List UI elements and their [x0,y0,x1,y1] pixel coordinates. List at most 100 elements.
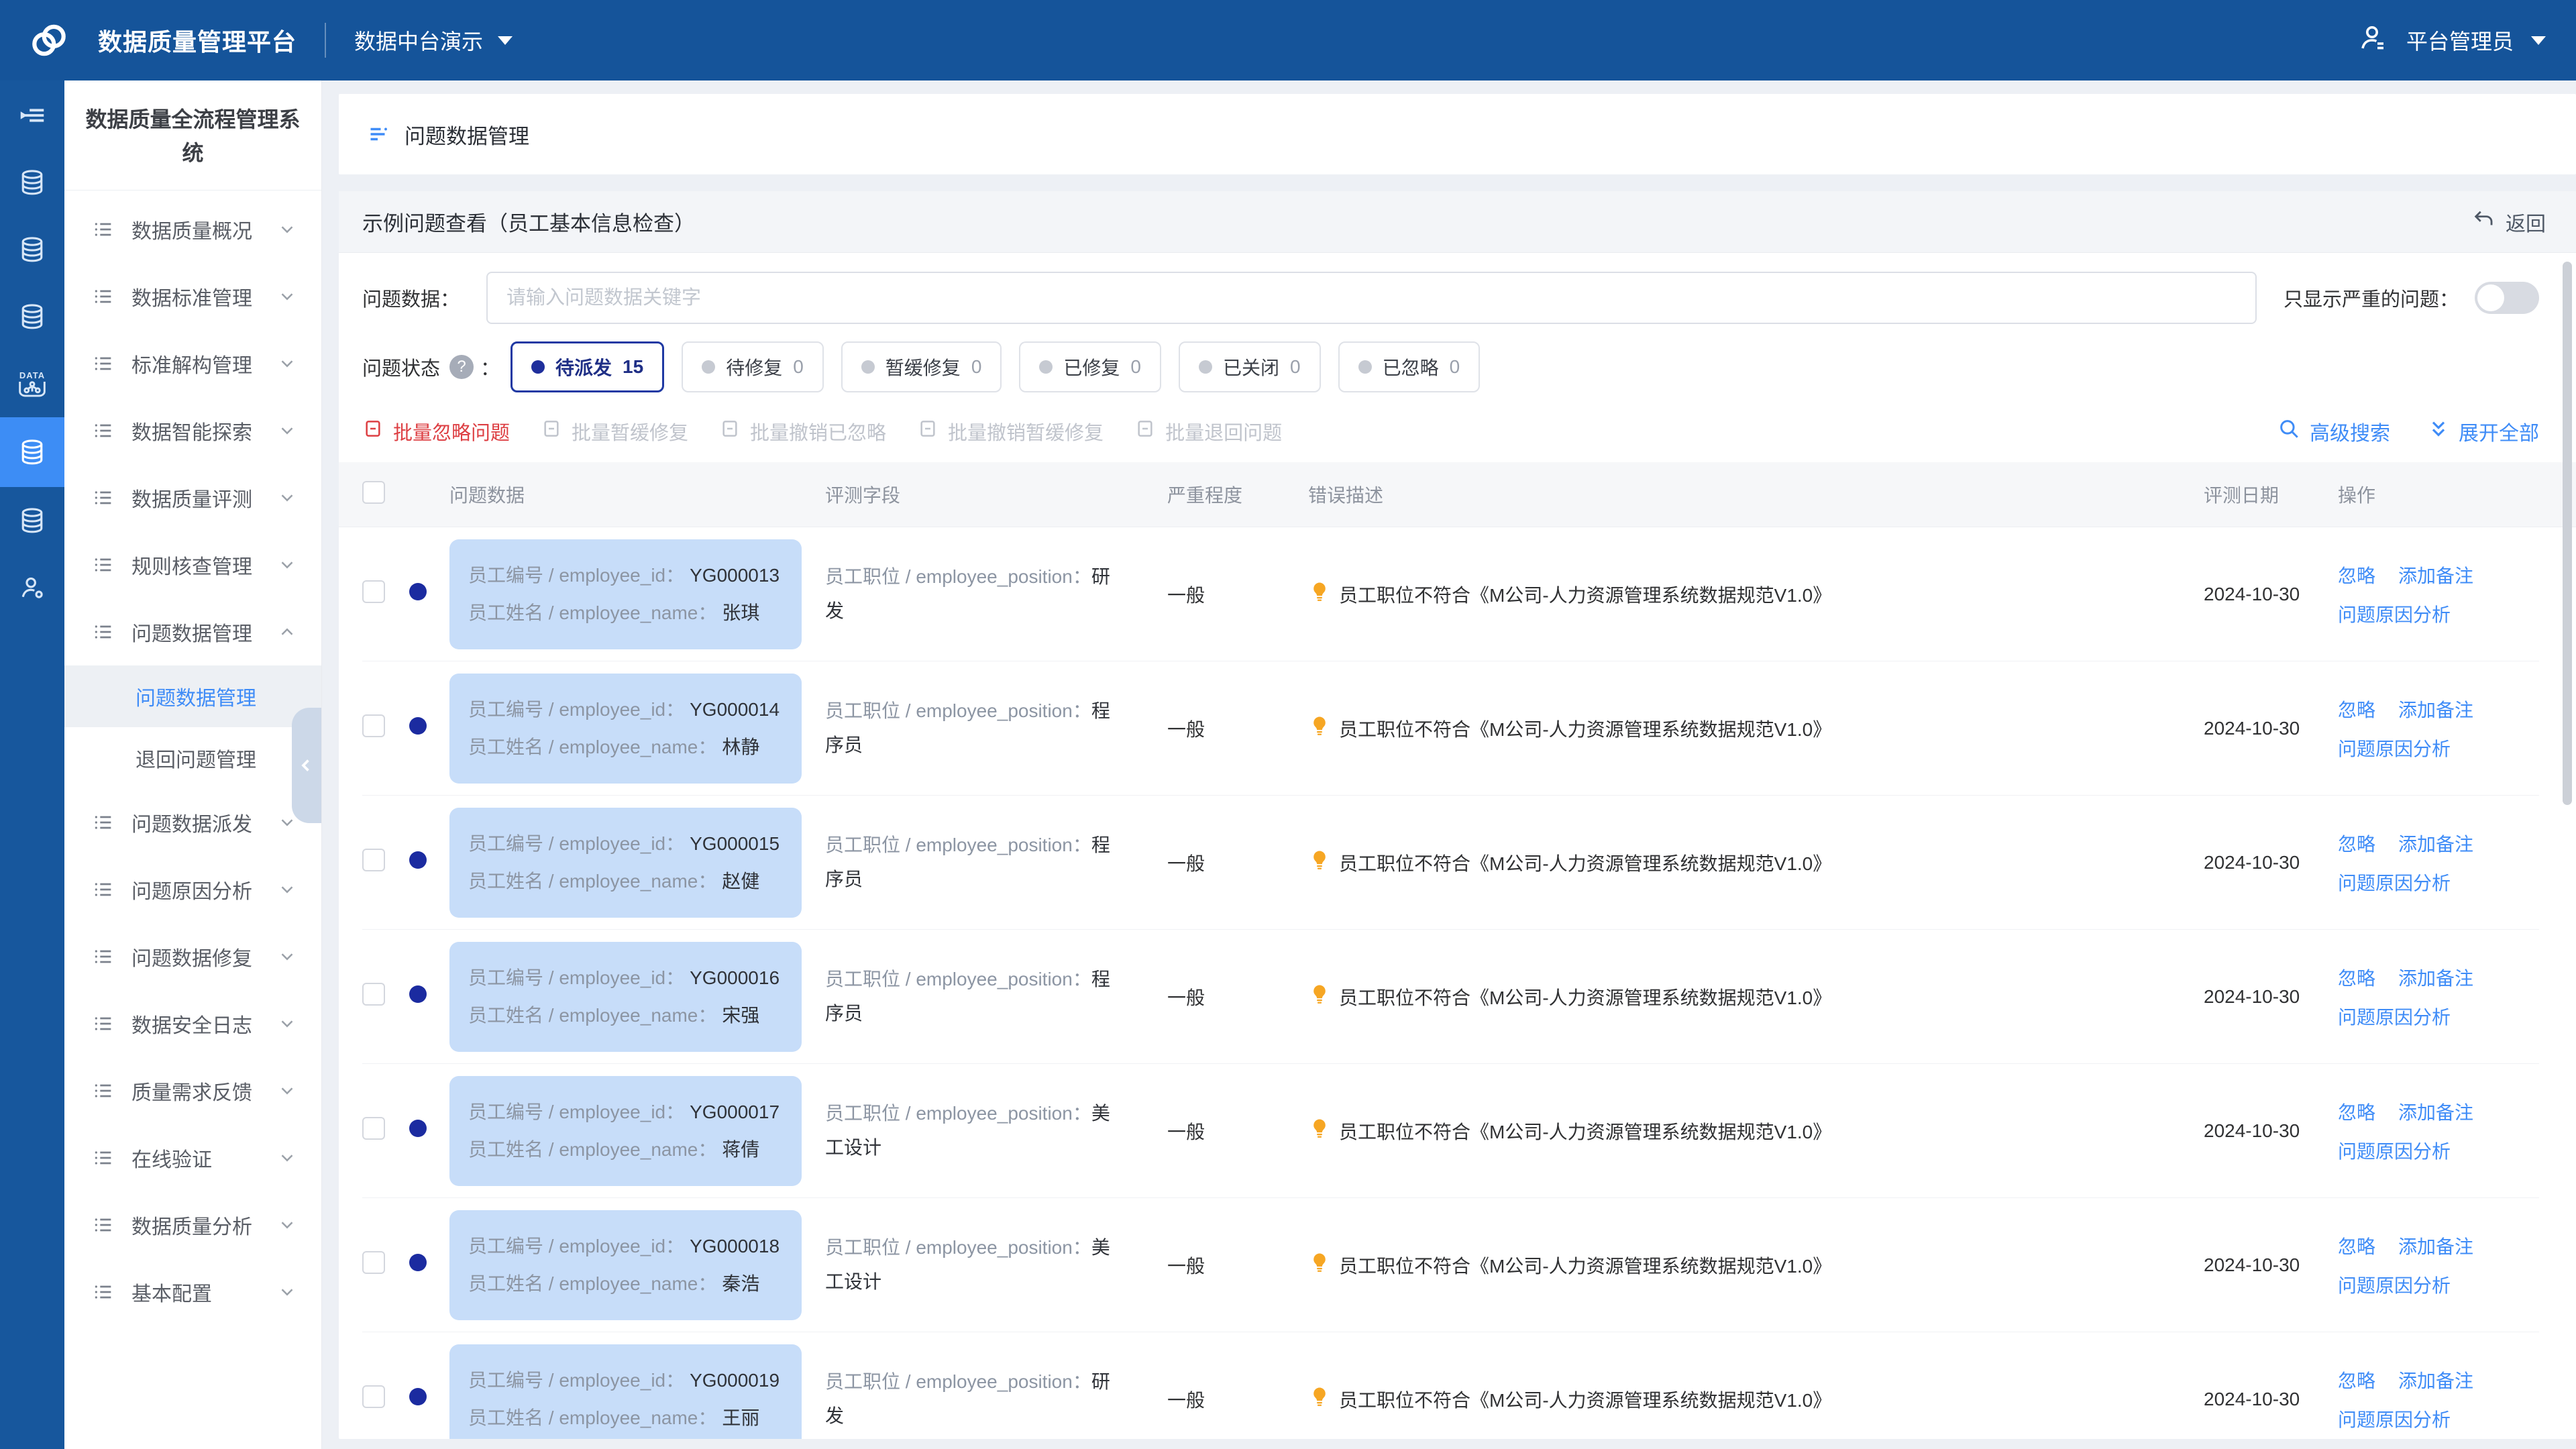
sidebar-menu-item[interactable]: 基本配置 [64,1258,321,1326]
rail-menu-collapse[interactable] [0,82,64,149]
employee-name-value: 宋强 [722,1005,759,1026]
add-note-link[interactable]: 添加备注 [2398,830,2473,857]
row-checkbox[interactable] [362,1117,385,1140]
icon-rail: DATA [0,80,64,1449]
sidebar-menu-item[interactable]: 数据质量分析 [64,1191,321,1258]
batch-action-button[interactable]: 批量撤销暂缓修复 [917,417,1104,445]
add-note-link[interactable]: 添加备注 [2398,964,2473,991]
back-button[interactable]: 返回 [2472,207,2546,237]
sidebar-menu-item[interactable]: 数据质量评测 [64,464,321,531]
batch-action-button[interactable]: 批量暂缓修复 [541,417,688,445]
toggle-knob [2477,284,2504,311]
sidebar-menu-item[interactable]: 标准解构管理 [64,330,321,397]
sidebar-menu-item[interactable]: 数据智能探索 [64,397,321,464]
workspace-selector[interactable]: 数据中台演示 [354,25,513,56]
error-desc-cell: 员工职位不符合《M公司-人力资源管理系统数据规范V1.0》 [1308,983,2204,1010]
select-all-checkbox[interactable] [362,481,385,504]
user-menu[interactable]: 平台管理员 [2357,21,2546,59]
add-note-link[interactable]: 添加备注 [2398,1098,2473,1125]
sidebar-menu-item[interactable]: 问题数据管理 [64,598,321,665]
table-row: 员工编号 / employee_id：YG000019 员工姓名 / emplo… [362,1332,2539,1439]
sidebar-menu-item[interactable]: 规则核查管理 [64,531,321,598]
sidebar-collapse-handle[interactable] [292,708,321,823]
ignore-link[interactable]: 忽略 [2338,561,2375,588]
cause-analysis-link[interactable]: 问题原因分析 [2338,1137,2451,1164]
rail-item-database-1[interactable] [0,149,64,216]
sidebar-item-label: 问题原因分析 [131,875,252,904]
cause-analysis-link[interactable]: 问题原因分析 [2338,869,2451,896]
employee-id-label: 员工编号 / employee_id： [468,699,684,720]
ignore-link[interactable]: 忽略 [2338,1366,2375,1393]
row-checkbox[interactable] [362,1251,385,1274]
rail-item-database-2[interactable] [0,216,64,283]
status-chip[interactable]: 暂缓修复 0 [841,341,1002,392]
row-checkbox[interactable] [362,983,385,1006]
sidebar-submenu-item[interactable]: 问题数据管理 [64,665,321,727]
sidebar-menu-item[interactable]: 数据质量概况 [64,196,321,263]
help-icon[interactable]: ? [449,355,474,379]
sidebar-menu-item[interactable]: 问题数据派发 [64,789,321,856]
status-chip[interactable]: 已忽略 0 [1338,341,1481,392]
cause-analysis-link[interactable]: 问题原因分析 [2338,1003,2451,1030]
status-chip[interactable]: 待派发 15 [511,341,664,392]
status-chip-label: 已关闭 [1223,354,1279,380]
batch-action-button[interactable]: 批量退回问题 [1134,417,1282,445]
sidebar-item-label: 数据质量分析 [131,1210,252,1240]
rail-item-user-admin[interactable] [0,554,64,621]
cause-analysis-link[interactable]: 问题原因分析 [2338,600,2451,627]
list-icon [93,946,114,967]
chevron-down-icon [277,812,297,833]
rail-item-database-4[interactable] [0,487,64,554]
advanced-search-button[interactable]: 高级搜索 [2277,417,2390,446]
cause-analysis-link[interactable]: 问题原因分析 [2338,1405,2451,1432]
filter-area: 问题数据： 只显示严重的问题： 问题状态 ? ： 待派发 [339,253,2576,410]
add-note-link[interactable]: 添加备注 [2398,1232,2473,1259]
rail-item-problem-data[interactable] [0,417,64,487]
cause-analysis-link[interactable]: 问题原因分析 [2338,1271,2451,1298]
sidebar-menu-item[interactable]: 问题数据修复 [64,923,321,990]
status-chips: 待派发 15 待修复 0 暂缓修 [511,341,1480,392]
employee-name-value: 蒋倩 [722,1139,759,1160]
add-note-link[interactable]: 添加备注 [2398,696,2473,722]
ignore-link[interactable]: 忽略 [2338,830,2375,857]
scrollbar-thumb[interactable] [2563,262,2572,805]
row-checkbox[interactable] [362,580,385,603]
row-checkbox[interactable] [362,714,385,737]
severe-only-toggle[interactable] [2475,282,2539,314]
ignore-link[interactable]: 忽略 [2338,1098,2375,1125]
status-chip[interactable]: 待修复 0 [682,341,824,392]
error-desc-text: 员工职位不符合《M公司-人力资源管理系统数据规范V1.0》 [1339,581,1831,608]
sidebar-submenu-item[interactable]: 退回问题管理 [64,727,321,789]
keyword-search-input[interactable] [486,272,2257,324]
header-divider [325,23,326,58]
error-desc-text: 员工职位不符合《M公司-人力资源管理系统数据规范V1.0》 [1339,1118,1831,1144]
expand-all-button[interactable]: 展开全部 [2428,417,2539,446]
row-checkbox[interactable] [362,1385,385,1408]
rail-item-database-3[interactable] [0,283,64,350]
row-checkbox[interactable] [362,849,385,871]
add-note-link[interactable]: 添加备注 [2398,1366,2473,1393]
position-label: 员工职位 / employee_position： [825,700,1091,721]
eval-field-cell: 员工职位 / employee_position：程序员 [825,963,1167,1030]
sidebar-menu-item[interactable]: 在线验证 [64,1124,321,1191]
chevron-down-icon [277,488,297,508]
sidebar-item-label: 标准解构管理 [131,349,252,378]
chevron-down-icon [277,421,297,441]
sidebar-menu-item[interactable]: 数据标准管理 [64,263,321,330]
sidebar-menu-item[interactable]: 问题原因分析 [64,856,321,923]
rail-item-data-explore[interactable]: DATA [0,350,64,417]
batch-action-button[interactable]: 批量忽略问题 [362,417,510,445]
ignore-link[interactable]: 忽略 [2338,1232,2375,1259]
add-note-link[interactable]: 添加备注 [2398,561,2473,588]
employee-id-value: YG000019 [690,1370,780,1391]
status-chip[interactable]: 已修复 0 [1019,341,1161,392]
sidebar-menu-item[interactable]: 数据安全日志 [64,990,321,1057]
row-actions: 忽略 添加备注 问题原因分析 [2338,696,2539,761]
cause-analysis-link[interactable]: 问题原因分析 [2338,735,2451,761]
ignore-link[interactable]: 忽略 [2338,696,2375,722]
sidebar-menu-item[interactable]: 质量需求反馈 [64,1057,321,1124]
status-chip[interactable]: 已关闭 0 [1179,341,1321,392]
ignore-link[interactable]: 忽略 [2338,964,2375,991]
bulb-icon [1308,1117,1331,1144]
batch-action-button[interactable]: 批量撤销已忽略 [719,417,886,445]
